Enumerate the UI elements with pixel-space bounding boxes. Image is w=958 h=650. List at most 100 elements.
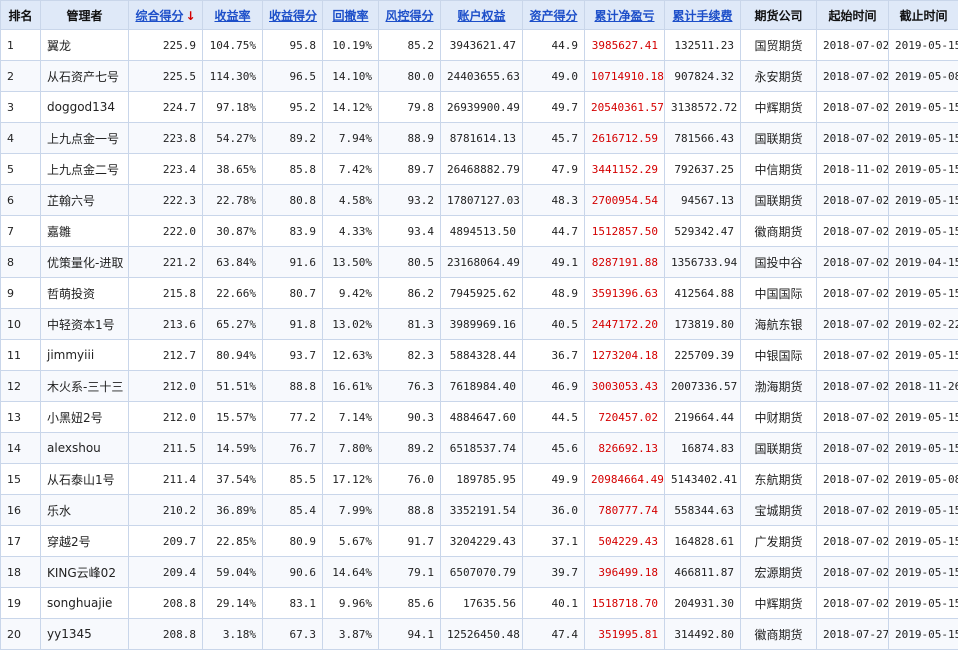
cell-net-pnl: 2700954.54 [585, 185, 665, 216]
header-return-score[interactable]: 收益得分 [263, 1, 323, 30]
header-label[interactable]: 综合得分 [135, 9, 183, 23]
cell-futures-company: 东航期货 [741, 464, 817, 495]
cell-risk-score: 89.7 [379, 154, 441, 185]
cell-account-equity: 4894513.50 [441, 216, 523, 247]
cell-futures-company: 中财期货 [741, 402, 817, 433]
cell-drawdown-rate: 9.42% [323, 278, 379, 309]
cell-return-rate: 30.87% [203, 216, 263, 247]
header-label[interactable]: 风控得分 [385, 9, 433, 23]
cell-start-date: 2018-07-02 [817, 30, 889, 61]
cell-total-score: 209.4 [129, 557, 203, 588]
header-commission[interactable]: 累计手续费 [665, 1, 741, 30]
cell-end-date: 2019-05-15 [889, 216, 958, 247]
cell-futures-company: 渤海期货 [741, 371, 817, 402]
table-row: 15从石泰山1号211.437.54%85.517.12%76.0189785.… [1, 464, 958, 495]
cell-asset-score: 39.7 [523, 557, 585, 588]
cell-return-score: 93.7 [263, 340, 323, 371]
table-row: 3doggod134224.797.18%95.214.12%79.826939… [1, 92, 958, 123]
cell-total-score: 212.0 [129, 371, 203, 402]
cell-total-score: 222.0 [129, 216, 203, 247]
cell-manager: 芷翰六号 [41, 185, 129, 216]
cell-total-score: 209.7 [129, 526, 203, 557]
header-label[interactable]: 累计净盈亏 [594, 9, 654, 23]
cell-account-equity: 23168064.49 [441, 247, 523, 278]
cell-drawdown-rate: 7.80% [323, 433, 379, 464]
cell-manager: KING云峰02 [41, 557, 129, 588]
cell-net-pnl: 2447172.20 [585, 309, 665, 340]
cell-risk-score: 86.2 [379, 278, 441, 309]
cell-risk-score: 85.6 [379, 588, 441, 619]
header-label[interactable]: 累计手续费 [672, 9, 732, 23]
cell-commission: 907824.32 [665, 61, 741, 92]
cell-asset-score: 49.9 [523, 464, 585, 495]
header-start-date: 起始时间 [817, 1, 889, 30]
cell-return-rate: 51.51% [203, 371, 263, 402]
cell-risk-score: 89.2 [379, 433, 441, 464]
cell-total-score: 211.4 [129, 464, 203, 495]
header-risk-score[interactable]: 风控得分 [379, 1, 441, 30]
cell-return-rate: 22.85% [203, 526, 263, 557]
cell-manager: 上九点金一号 [41, 123, 129, 154]
cell-account-equity: 5884328.44 [441, 340, 523, 371]
cell-return-rate: 29.14% [203, 588, 263, 619]
cell-rank: 14 [1, 433, 41, 464]
cell-return-rate: 80.94% [203, 340, 263, 371]
cell-commission: 2007336.57 [665, 371, 741, 402]
table-row: 18KING云峰02209.459.04%90.614.64%79.165070… [1, 557, 958, 588]
cell-start-date: 2018-07-02 [817, 495, 889, 526]
cell-account-equity: 24403655.63 [441, 61, 523, 92]
cell-return-rate: 37.54% [203, 464, 263, 495]
cell-end-date: 2019-05-15 [889, 278, 958, 309]
cell-commission: 94567.13 [665, 185, 741, 216]
table-row: 14alexshou211.514.59%76.77.80%89.2651853… [1, 433, 958, 464]
header-label[interactable]: 收益率 [214, 9, 250, 23]
cell-end-date: 2019-05-08 [889, 464, 958, 495]
cell-rank: 13 [1, 402, 41, 433]
cell-net-pnl: 8287191.88 [585, 247, 665, 278]
header-label[interactable]: 回撤率 [332, 9, 368, 23]
cell-risk-score: 88.8 [379, 495, 441, 526]
header-label[interactable]: 资产得分 [529, 9, 577, 23]
cell-manager: 嘉雛 [41, 216, 129, 247]
cell-risk-score: 94.1 [379, 619, 441, 650]
cell-start-date: 2018-07-27 [817, 619, 889, 650]
cell-commission: 132511.23 [665, 30, 741, 61]
cell-risk-score: 79.8 [379, 92, 441, 123]
cell-account-equity: 7618984.40 [441, 371, 523, 402]
cell-rank: 1 [1, 30, 41, 61]
cell-drawdown-rate: 10.19% [323, 30, 379, 61]
cell-rank: 15 [1, 464, 41, 495]
header-total-score[interactable]: 综合得分↓ [129, 1, 203, 30]
cell-futures-company: 国贸期货 [741, 30, 817, 61]
header-return-rate[interactable]: 收益率 [203, 1, 263, 30]
header-drawdown-rate[interactable]: 回撤率 [323, 1, 379, 30]
header-asset-score[interactable]: 资产得分 [523, 1, 585, 30]
cell-account-equity: 17635.56 [441, 588, 523, 619]
cell-account-equity: 26939900.49 [441, 92, 523, 123]
cell-manager: 哲萌投资 [41, 278, 129, 309]
header-net-pnl[interactable]: 累计净盈亏 [585, 1, 665, 30]
cell-total-score: 225.5 [129, 61, 203, 92]
cell-rank: 9 [1, 278, 41, 309]
cell-total-score: 222.3 [129, 185, 203, 216]
cell-risk-score: 90.3 [379, 402, 441, 433]
table-row: 1翼龙225.9104.75%95.810.19%85.23943621.474… [1, 30, 958, 61]
cell-return-score: 67.3 [263, 619, 323, 650]
header-label[interactable]: 收益得分 [269, 9, 317, 23]
cell-return-rate: 114.30% [203, 61, 263, 92]
cell-return-score: 85.4 [263, 495, 323, 526]
cell-return-rate: 38.65% [203, 154, 263, 185]
cell-return-score: 91.8 [263, 309, 323, 340]
cell-asset-score: 44.5 [523, 402, 585, 433]
cell-risk-score: 91.7 [379, 526, 441, 557]
cell-drawdown-rate: 13.50% [323, 247, 379, 278]
table-row: 5上九点金二号223.438.65%85.87.42%89.726468882.… [1, 154, 958, 185]
cell-rank: 19 [1, 588, 41, 619]
cell-end-date: 2019-05-15 [889, 340, 958, 371]
cell-account-equity: 17807127.03 [441, 185, 523, 216]
cell-asset-score: 48.9 [523, 278, 585, 309]
header-account-equity[interactable]: 账户权益 [441, 1, 523, 30]
cell-end-date: 2019-05-15 [889, 619, 958, 650]
header-label[interactable]: 账户权益 [457, 9, 505, 23]
cell-manager: 从石泰山1号 [41, 464, 129, 495]
